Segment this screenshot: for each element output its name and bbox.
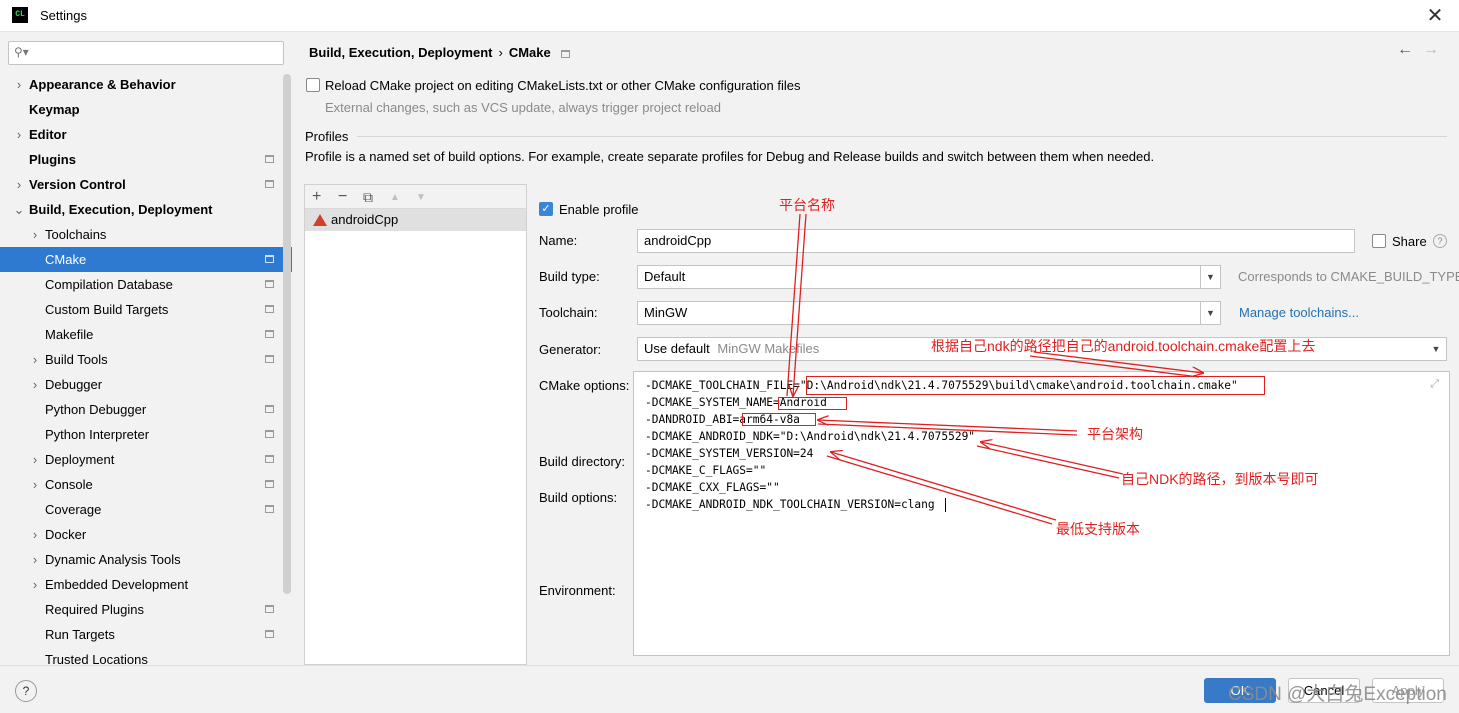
annotation-arrows <box>786 213 1459 525</box>
dialog-footer: ? OK Cancel Apply CSDN @大白兔Exception <box>0 665 1459 713</box>
annotation-min-version: 最低支持版本 <box>1056 521 1140 537</box>
csdn-watermark: CSDN @大白兔Exception <box>1228 684 1447 705</box>
arrow-ndk-path <box>981 442 1124 475</box>
annotation-toolchain-note: 根据自己ndk的路径把自己的android.toolchain.cmake配置上… <box>931 338 1316 354</box>
help-button[interactable]: ? <box>15 680 37 702</box>
annotation-ndk-path: 自己NDK的路径，到版本号即可 <box>1121 471 1319 487</box>
annotation-platform-name: 平台名称 <box>779 197 835 213</box>
arrow-min-version <box>831 452 1057 521</box>
annotation-platform-arch: 平台架构 <box>1087 426 1143 442</box>
arrow-platform-name <box>793 213 807 396</box>
